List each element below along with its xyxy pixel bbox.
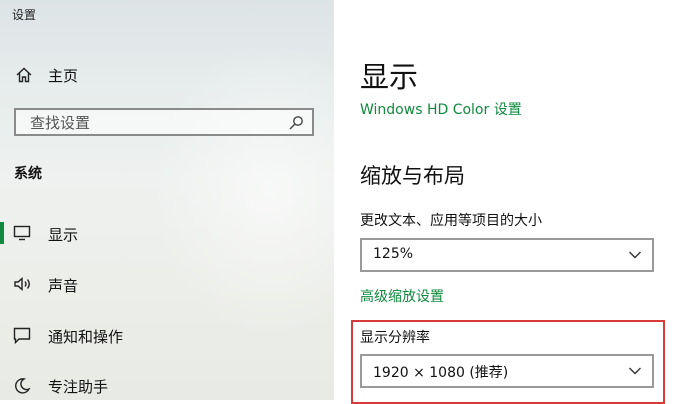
hdr-color-link[interactable]: Windows HD Color 设置 xyxy=(360,99,522,119)
sidebar-item-label: 声音 xyxy=(48,277,79,295)
resolution-dropdown[interactable]: 1920 × 1080 (推荐) xyxy=(360,354,654,388)
resolution-value: 1920 × 1080 (推荐) xyxy=(373,365,509,381)
main-content: 显示 Windows HD Color 设置 缩放与布局 更改文本、应用等项目的… xyxy=(334,0,696,404)
notification-icon xyxy=(13,327,31,344)
scale-label: 更改文本、应用等项目的大小 xyxy=(360,213,542,229)
moon-icon xyxy=(13,377,31,395)
chevron-down-icon xyxy=(628,366,642,376)
sidebar: 设置 主页 系统 显示 xyxy=(0,0,334,400)
monitor-icon xyxy=(13,225,31,241)
page-title: 显示 xyxy=(360,60,419,94)
home-icon xyxy=(15,66,33,84)
speaker-icon xyxy=(13,276,33,292)
sidebar-item-home[interactable]: 主页 xyxy=(0,60,334,90)
sidebar-item-label: 显示 xyxy=(48,226,79,244)
search-box[interactable] xyxy=(14,108,314,136)
scale-dropdown[interactable]: 125% xyxy=(360,238,654,272)
sidebar-item-label: 专注助手 xyxy=(48,378,109,396)
sidebar-item-notifications[interactable]: 通知和操作 xyxy=(0,318,334,352)
resolution-label: 显示分辨率 xyxy=(360,330,430,346)
scale-layout-heading: 缩放与布局 xyxy=(360,164,465,188)
sidebar-item-label: 主页 xyxy=(48,67,79,85)
scale-value: 125% xyxy=(373,246,414,262)
advanced-scaling-link[interactable]: 高级缩放设置 xyxy=(360,286,444,306)
active-indicator xyxy=(0,222,4,244)
section-heading: 系统 xyxy=(14,166,42,182)
sidebar-item-sound[interactable]: 声音 xyxy=(0,267,334,301)
sidebar-item-display[interactable]: 显示 xyxy=(0,216,334,250)
search-input[interactable] xyxy=(28,112,282,134)
sidebar-item-label: 通知和操作 xyxy=(48,328,124,346)
sidebar-item-focus-assist[interactable]: 专注助手 xyxy=(0,368,334,400)
search-icon[interactable] xyxy=(288,115,304,131)
app-title: 设置 xyxy=(12,8,37,22)
chevron-down-icon xyxy=(628,250,642,260)
